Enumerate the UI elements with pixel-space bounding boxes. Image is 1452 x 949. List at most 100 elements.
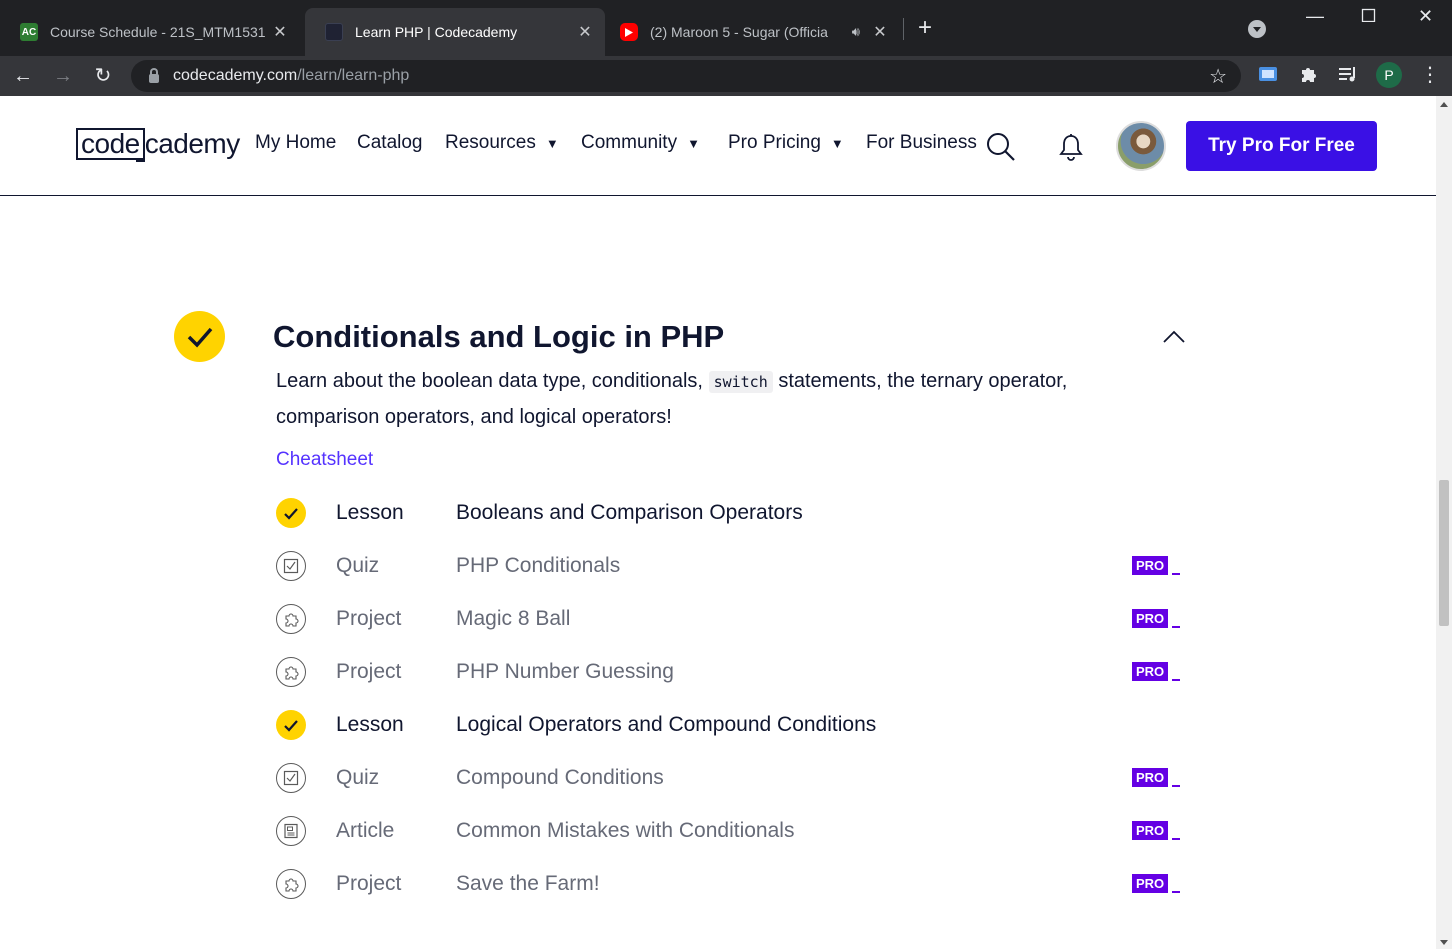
new-tab-button[interactable]: + xyxy=(918,16,932,40)
address-bar[interactable]: codecademy.com/learn/learn-php ☆ xyxy=(131,60,1241,92)
profile-avatar[interactable]: P xyxy=(1376,62,1402,88)
pro-badge: PRO xyxy=(1132,556,1181,575)
module-item-row[interactable]: Lesson Booleans and Comparison Operators xyxy=(276,493,1180,533)
close-tab-icon[interactable]: ✕ xyxy=(268,22,292,42)
item-name: PHP Number Guessing xyxy=(456,660,674,683)
chevron-up-icon[interactable] xyxy=(1162,330,1186,349)
item-kind: Quiz xyxy=(336,766,380,789)
media-queue-icon[interactable] xyxy=(1338,64,1358,89)
tab-learn-php[interactable]: Learn PHP | Codecademy ✕ xyxy=(305,8,605,56)
check-icon xyxy=(276,710,306,740)
tab-separator xyxy=(903,18,904,40)
forward-icon[interactable]: → xyxy=(49,62,77,90)
page-scrollbar[interactable] xyxy=(1436,96,1452,949)
project-icon xyxy=(276,657,306,687)
browser-menu-icon[interactable]: ⋮ xyxy=(1420,62,1440,87)
description-text: Learn about the boolean data type, condi… xyxy=(276,370,703,392)
tab-youtube[interactable]: (2) Maroon 5 - Sugar (Officia 🔊︎ ✕ xyxy=(600,8,900,56)
extension-icon[interactable] xyxy=(1258,64,1278,89)
nav-label: Pro Pricing xyxy=(728,132,821,153)
user-avatar[interactable] xyxy=(1116,121,1166,171)
nav-label: Catalog xyxy=(357,132,423,153)
pro-badge: PRO xyxy=(1132,874,1181,893)
item-kind: Article xyxy=(336,819,395,842)
back-icon[interactable]: ← xyxy=(9,62,37,90)
check-icon xyxy=(276,498,306,528)
nav-pro-pricing[interactable]: Pro Pricing ▼ xyxy=(728,132,844,154)
pro-badge-label: PRO xyxy=(1132,768,1169,787)
description-code: switch xyxy=(708,371,773,393)
item-name: PHP Conditionals xyxy=(456,554,621,577)
pro-badge: PRO xyxy=(1132,609,1181,628)
close-window-icon[interactable]: ✕ xyxy=(1418,6,1433,27)
ac-logo-icon: AC xyxy=(20,23,38,41)
cheatsheet-link[interactable]: Cheatsheet xyxy=(276,449,373,471)
minimize-icon[interactable]: — xyxy=(1306,6,1324,27)
item-kind: Project xyxy=(336,660,402,683)
module-item-row[interactable]: Lesson Logical Operators and Compound Con… xyxy=(276,705,1180,745)
item-name: Booleans and Comparison Operators xyxy=(456,501,803,524)
nav-catalog[interactable]: Catalog xyxy=(357,132,423,154)
module-item-row[interactable]: Quiz Compound Conditions PRO xyxy=(276,758,1181,798)
module-description: Learn about the boolean data type, condi… xyxy=(276,364,1176,435)
project-icon xyxy=(276,869,306,899)
item-kind: Quiz xyxy=(336,554,380,577)
module-complete-check-icon xyxy=(174,311,225,362)
module-item-row[interactable]: Article Common Mistakes with Conditionals… xyxy=(276,811,1181,851)
close-tab-icon[interactable]: ✕ xyxy=(868,22,892,42)
article-icon xyxy=(276,816,306,846)
logo-code-text: code xyxy=(76,128,145,162)
codecademy-logo[interactable]: code cademy xyxy=(76,127,241,162)
module-item-row[interactable]: Project Save the Farm! PRO xyxy=(276,864,1181,904)
scroll-down-icon[interactable] xyxy=(1440,940,1448,945)
nav-for-business[interactable]: For Business xyxy=(866,132,977,154)
module-title: Conditionals and Logic in PHP xyxy=(273,319,725,354)
item-name: Common Mistakes with Conditionals xyxy=(456,819,795,842)
nav-resources[interactable]: Resources ▼ xyxy=(445,132,559,154)
maximize-icon[interactable] xyxy=(1361,6,1377,27)
nav-my-home[interactable]: My Home xyxy=(255,132,336,154)
pro-badge-label: PRO xyxy=(1132,821,1169,840)
notifications-bell-icon[interactable] xyxy=(1059,133,1083,166)
audio-playing-icon[interactable]: 🔊︎ xyxy=(852,24,860,40)
browser-tab-strip: AC Course Schedule - 21S_MTM1531 ✕ Learn… xyxy=(0,0,1452,56)
nav-community[interactable]: Community ▼ xyxy=(581,132,700,154)
close-tab-icon[interactable]: ✕ xyxy=(573,22,597,42)
tab-title: Course Schedule - 21S_MTM1531 xyxy=(50,24,266,40)
tab-search-icon[interactable] xyxy=(1248,20,1266,38)
pro-underline xyxy=(1172,573,1181,575)
pro-badge-label: PRO xyxy=(1132,662,1169,681)
quiz-icon xyxy=(276,763,306,793)
caret-down-icon: ▼ xyxy=(545,135,559,151)
pro-badge-label: PRO xyxy=(1132,556,1169,575)
tab-title: (2) Maroon 5 - Sugar (Officia xyxy=(650,24,828,40)
browser-toolbar: ← → ↻ codecademy.com/learn/learn-php ☆ P… xyxy=(0,56,1452,96)
scroll-up-icon[interactable] xyxy=(1440,102,1448,107)
logo-rest-text: cademy xyxy=(144,128,241,159)
item-kind: Lesson xyxy=(336,501,404,524)
module-item-row[interactable]: Project PHP Number Guessing PRO xyxy=(276,652,1181,692)
item-kind: Project xyxy=(336,607,402,630)
pro-badge: PRO xyxy=(1132,768,1181,787)
project-icon xyxy=(276,604,306,634)
lock-icon xyxy=(149,67,159,83)
extensions-puzzle-icon[interactable] xyxy=(1298,64,1318,89)
codecademy-icon xyxy=(325,23,343,41)
reload-icon[interactable]: ↻ xyxy=(89,62,117,90)
item-name: Magic 8 Ball xyxy=(456,607,571,630)
module-item-row[interactable]: Project Magic 8 Ball PRO xyxy=(276,599,1181,639)
module-item-row[interactable]: Quiz PHP Conditionals PRO xyxy=(276,546,1181,586)
item-name: Save the Farm! xyxy=(456,872,600,895)
tab-course-schedule[interactable]: AC Course Schedule - 21S_MTM1531 ✕ xyxy=(0,8,300,56)
pro-badge: PRO xyxy=(1132,821,1181,840)
url-path: /learn/learn-php xyxy=(297,67,410,84)
tab-title: Learn PHP | Codecademy xyxy=(355,24,518,40)
bookmark-star-icon[interactable]: ☆ xyxy=(1209,64,1227,89)
pro-badge-label: PRO xyxy=(1132,609,1169,628)
pro-underline xyxy=(1172,785,1181,787)
try-pro-button[interactable]: Try Pro For Free xyxy=(1186,121,1377,171)
quiz-icon xyxy=(276,551,306,581)
scrollbar-thumb[interactable] xyxy=(1439,480,1449,626)
search-icon[interactable] xyxy=(986,132,1016,167)
pro-underline xyxy=(1172,891,1181,893)
